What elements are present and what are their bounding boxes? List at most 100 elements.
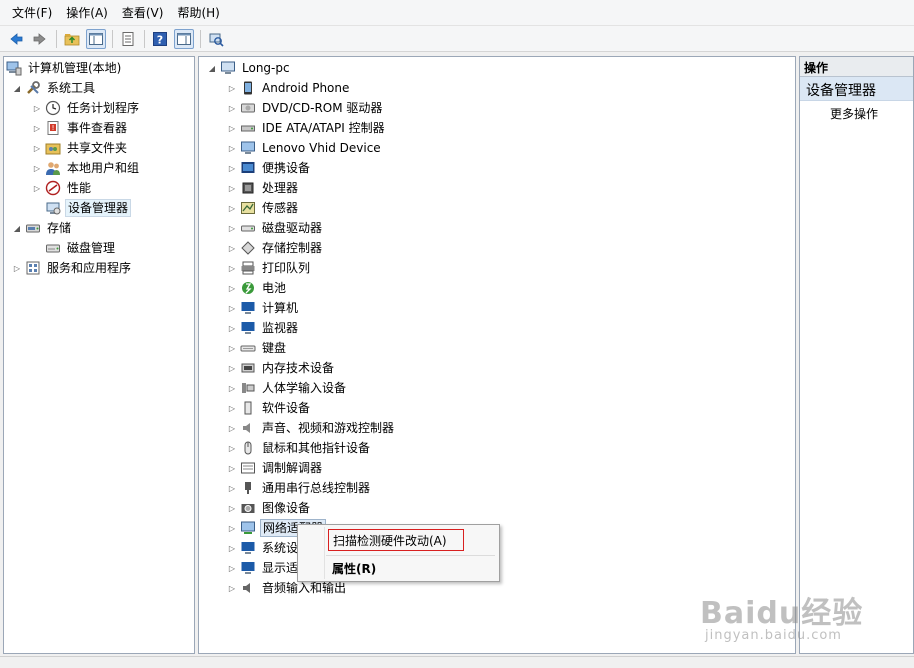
tree-item-shared-folders[interactable]: ▷ 共享文件夹 xyxy=(32,138,129,158)
tree-item-disk-management[interactable]: 磁盘管理 xyxy=(32,238,117,258)
properties-menu-item[interactable]: 属性(R) xyxy=(328,557,380,579)
expand-arrow-icon[interactable]: ▷ xyxy=(227,518,237,538)
camera-icon xyxy=(240,500,256,516)
expand-arrow-icon[interactable]: ▷ xyxy=(227,218,237,238)
device-category-sensors[interactable]: ▷ 传感器 xyxy=(227,198,300,218)
tree-item-storage[interactable]: ◢ 存储 xyxy=(12,218,73,238)
expand-arrow-icon[interactable]: ▷ xyxy=(227,378,237,398)
tree-item-services-apps[interactable]: ▷ 服务和应用程序 xyxy=(12,258,133,278)
device-category-label: 内存技术设备 xyxy=(262,361,335,375)
scan-hardware-changes-menu-item[interactable]: 扫描检测硬件改动(A) xyxy=(328,529,464,551)
device-category-label: 声音、视频和游戏控制器 xyxy=(262,421,395,435)
device-category-processors[interactable]: ▷ 处理器 xyxy=(227,178,300,198)
expand-arrow-icon[interactable]: ▷ xyxy=(32,158,42,178)
device-category-modems[interactable]: ▷ 调制解调器 xyxy=(227,458,324,478)
expand-arrow-icon[interactable]: ▷ xyxy=(227,498,237,518)
expand-arrow-icon[interactable]: ▷ xyxy=(227,358,237,378)
expand-arrow-icon[interactable]: ▷ xyxy=(227,238,237,258)
ide-controller-icon xyxy=(240,120,256,136)
monitor-icon xyxy=(240,320,256,336)
disk-management-icon xyxy=(45,240,61,256)
help-icon[interactable]: ? xyxy=(150,29,170,49)
menu-file[interactable]: 文件(F) xyxy=(6,2,58,23)
expand-arrow-icon[interactable]: ▷ xyxy=(32,138,42,158)
device-category-label: 磁盘驱动器 xyxy=(262,221,323,235)
device-category-label: 传感器 xyxy=(262,201,299,215)
device-category-storage-controllers[interactable]: ▷ 存储控制器 xyxy=(227,238,324,258)
expand-arrow-icon[interactable]: ▷ xyxy=(227,478,237,498)
expand-arrow-icon[interactable]: ▷ xyxy=(227,198,237,218)
expand-arrow-icon[interactable]: ▷ xyxy=(227,458,237,478)
expand-arrow-icon[interactable]: ▷ xyxy=(32,118,42,138)
expand-arrow-icon[interactable]: ▷ xyxy=(32,178,42,198)
action-pane-icon[interactable] xyxy=(174,28,194,49)
expand-arrow-icon[interactable]: ▷ xyxy=(227,438,237,458)
expand-arrow-icon[interactable]: ▷ xyxy=(227,398,237,418)
export-list-icon[interactable] xyxy=(118,29,138,49)
expand-arrow-icon[interactable]: ▷ xyxy=(227,98,237,118)
device-category-human-interface[interactable]: ▷ 人体学输入设备 xyxy=(227,378,348,398)
expand-arrow-icon[interactable]: ▷ xyxy=(12,258,22,278)
toolbar-separator xyxy=(56,29,57,48)
context-menu-separator xyxy=(326,555,495,556)
menu-view[interactable]: 查看(V) xyxy=(116,2,170,23)
forward-icon[interactable] xyxy=(30,29,50,49)
device-category-sound-video-game[interactable]: ▷ 声音、视频和游戏控制器 xyxy=(227,418,396,438)
device-category-mice-pointing[interactable]: ▷ 鼠标和其他指针设备 xyxy=(227,438,372,458)
tree-item-event-viewer[interactable]: ▷ ! 事件查看器 xyxy=(32,118,129,138)
tree-item-task-scheduler[interactable]: ▷ 任务计划程序 xyxy=(32,98,141,118)
tree-item-device-manager[interactable]: 设备管理器 xyxy=(32,198,132,218)
expand-arrow-icon[interactable]: ▷ xyxy=(227,258,237,278)
expand-arrow-icon[interactable]: ▷ xyxy=(227,298,237,318)
expand-arrow-icon[interactable]: ▷ xyxy=(227,178,237,198)
tree-item-performance[interactable]: ▷ 性能 xyxy=(32,178,93,198)
device-category-label: Lenovo Vhid Device xyxy=(262,141,381,155)
menu-help[interactable]: 帮助(H) xyxy=(171,2,225,23)
expand-arrow-icon[interactable]: ▷ xyxy=(227,118,237,138)
device-category-print-queues[interactable]: ▷ 打印队列 xyxy=(227,258,312,278)
more-actions-link[interactable]: 更多操作 xyxy=(800,101,913,122)
device-category-dvd-cdrom[interactable]: ▷ DVD/CD-ROM 驱动器 xyxy=(227,98,384,118)
tree-item-local-users[interactable]: ▷ 本地用户和组 xyxy=(32,158,141,178)
collapse-arrow-icon[interactable]: ◢ xyxy=(12,218,22,238)
expand-arrow-icon[interactable]: ▷ xyxy=(32,98,42,118)
expand-arrow-icon[interactable]: ▷ xyxy=(227,538,237,558)
svg-text:?: ? xyxy=(157,33,163,46)
expand-arrow-icon[interactable]: ▷ xyxy=(227,338,237,358)
expand-arrow-icon[interactable]: ▷ xyxy=(227,138,237,158)
device-category-ide-ata-atapi[interactable]: ▷ IDE ATA/ATAPI 控制器 xyxy=(227,118,387,138)
actions-section-title[interactable]: 设备管理器 xyxy=(800,77,913,101)
device-tree-root[interactable]: ◢ Long-pc xyxy=(207,58,292,78)
expand-arrow-icon[interactable]: ▷ xyxy=(227,418,237,438)
device-category-software-devices[interactable]: ▷ 软件设备 xyxy=(227,398,312,418)
device-category-label: 键盘 xyxy=(262,341,287,355)
expand-arrow-icon[interactable]: ▷ xyxy=(227,318,237,338)
tree-item-system-tools[interactable]: ◢ 系统工具 xyxy=(12,78,97,98)
device-category-imaging-devices[interactable]: ▷ 图像设备 xyxy=(227,498,312,518)
device-category-lenovo-vhid[interactable]: ▷ Lenovo Vhid Device xyxy=(227,138,383,158)
device-category-usb-controllers[interactable]: ▷ 通用串行总线控制器 xyxy=(227,478,372,498)
computer-icon xyxy=(240,300,256,316)
collapse-arrow-icon[interactable]: ◢ xyxy=(207,58,217,78)
network-adapter-icon xyxy=(240,520,256,536)
expand-arrow-icon[interactable]: ▷ xyxy=(227,78,237,98)
show-hide-console-tree-icon[interactable] xyxy=(86,28,106,49)
device-category-computer[interactable]: ▷ 计算机 xyxy=(227,298,300,318)
device-category-portable-devices[interactable]: ▷ 便携设备 xyxy=(227,158,312,178)
up-folder-icon[interactable] xyxy=(62,29,82,49)
expand-arrow-icon[interactable]: ▷ xyxy=(227,558,237,578)
device-category-memory-technology[interactable]: ▷ 内存技术设备 xyxy=(227,358,336,378)
expand-arrow-icon[interactable]: ▷ xyxy=(227,278,237,298)
device-category-keyboards[interactable]: ▷ 键盘 xyxy=(227,338,288,358)
collapse-arrow-icon[interactable]: ◢ xyxy=(12,78,22,98)
back-icon[interactable] xyxy=(6,29,26,49)
scan-hardware-icon[interactable] xyxy=(206,29,226,49)
menu-action[interactable]: 操作(A) xyxy=(60,2,114,23)
expand-arrow-icon[interactable]: ▷ xyxy=(227,158,237,178)
device-category-monitors[interactable]: ▷ 监视器 xyxy=(227,318,300,338)
device-category-android-phone[interactable]: ▷ Android Phone xyxy=(227,78,351,98)
expand-arrow-icon[interactable]: ▷ xyxy=(227,578,237,598)
tree-root-computer-management[interactable]: 计算机管理(本地) xyxy=(6,58,123,78)
device-category-disk-drives[interactable]: ▷ 磁盘驱动器 xyxy=(227,218,324,238)
device-category-batteries[interactable]: ▷ 电池 xyxy=(227,278,288,298)
